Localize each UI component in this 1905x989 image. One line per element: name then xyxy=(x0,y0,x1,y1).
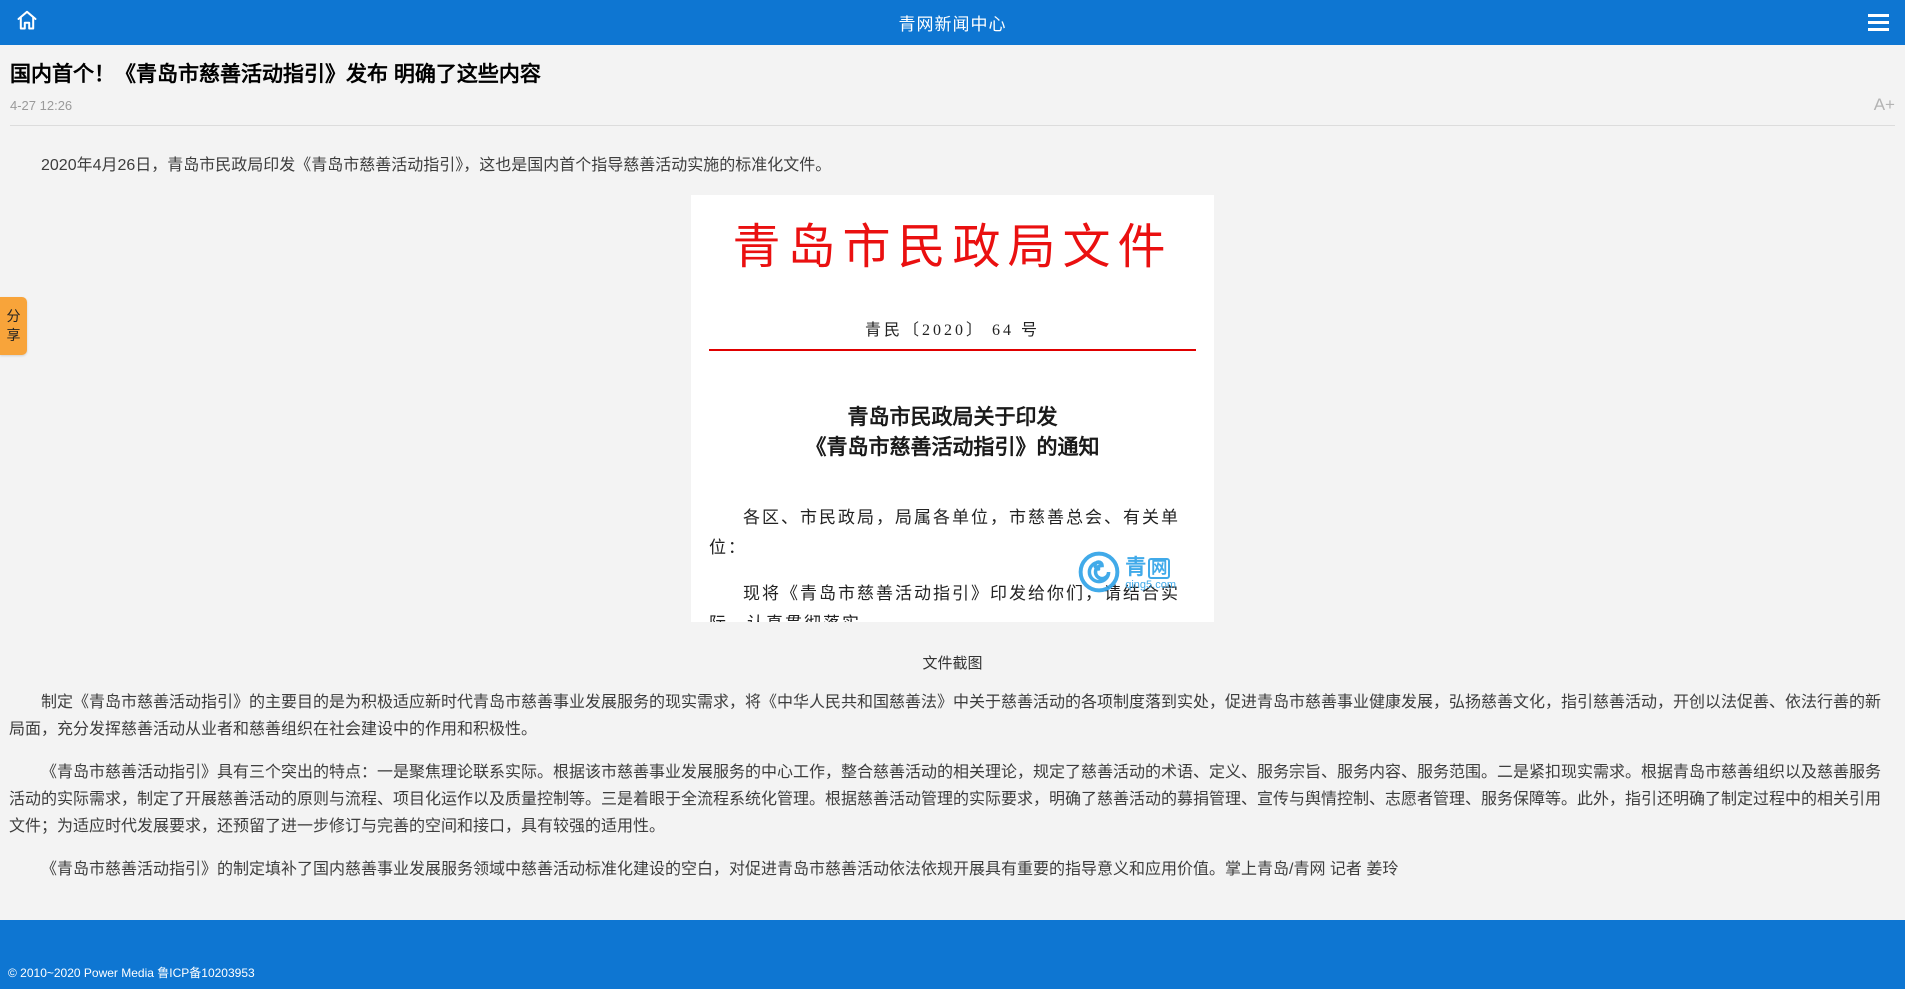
paragraph: 《青岛市慈善活动指引》具有三个突出的特点：一是聚焦理论联系实际。根据该市慈善事业… xyxy=(9,759,1896,840)
paragraph: 2020年4月26日，青岛市民政局印发《青岛市慈善活动指引》，这也是国内首个指导… xyxy=(9,152,1896,179)
document-number: 青民〔2020〕 64 号 xyxy=(691,321,1214,341)
document-heading-line2: 《青岛市慈善活动指引》的通知 xyxy=(691,433,1214,463)
share-label-char: 分 xyxy=(0,307,27,326)
watermark-url: qing5.com xyxy=(1125,579,1176,592)
article-meta-row: 4-27 12:26 A+ xyxy=(10,95,1895,115)
home-icon xyxy=(15,8,39,37)
home-button[interactable] xyxy=(10,6,44,40)
document-red-rule xyxy=(709,349,1196,351)
document-figure: 青岛市民政局文件 青民〔2020〕 64 号 青岛市民政局关于印发 《青岛市慈善… xyxy=(9,195,1896,673)
font-size-increase-button[interactable]: A+ xyxy=(1874,95,1895,115)
document-heading-line1: 青岛市民政局关于印发 xyxy=(691,403,1214,433)
document-red-title: 青岛市民政局文件 xyxy=(691,215,1214,281)
top-bar: 青网新闻中心 xyxy=(0,0,1905,45)
watermark-text: 青 网 qing5.com xyxy=(1125,557,1176,592)
page-footer: © 2010~2020 Power Media 鲁ICP备10203953 xyxy=(0,920,1905,989)
article-header: 国内首个！《青岛市慈善活动指引》发布 明确了这些内容 4-27 12:26 A+ xyxy=(0,45,1905,126)
paragraph: 《青岛市慈善活动指引》的制定填补了国内慈善事业发展服务领域中慈善活动标准化建设的… xyxy=(9,856,1896,883)
site-title: 青网新闻中心 xyxy=(899,10,1007,35)
article-body: 2020年4月26日，青岛市民政局印发《青岛市慈善活动指引》，这也是国内首个指导… xyxy=(0,152,1905,883)
watermark-name: 青 网 xyxy=(1125,557,1170,579)
document-image: 青岛市民政局文件 青民〔2020〕 64 号 青岛市民政局关于印发 《青岛市慈善… xyxy=(691,195,1214,622)
share-label-char: 享 xyxy=(0,326,27,345)
share-button[interactable]: 分 享 xyxy=(0,297,27,355)
hamburger-menu-icon xyxy=(1868,14,1889,31)
qingwang-watermark: 青 网 qing5.com xyxy=(1078,551,1176,598)
figure-caption: 文件截图 xyxy=(9,652,1896,673)
article-title: 国内首个！《青岛市慈善活动指引》发布 明确了这些内容 xyxy=(10,61,1895,89)
copyright-text: © 2010~2020 Power Media 鲁ICP备10203953 xyxy=(8,964,255,981)
article-main: 2020年4月26日，青岛市民政局印发《青岛市慈善活动指引》，这也是国内首个指导… xyxy=(0,126,1905,920)
menu-button[interactable] xyxy=(1861,6,1895,40)
paragraph: 制定《青岛市慈善活动指引》的主要目的是为积极适应新时代青岛市慈善事业发展服务的现… xyxy=(9,689,1896,743)
article-date: 4-27 12:26 xyxy=(10,98,72,113)
qingwang-spiral-logo-icon xyxy=(1078,551,1120,598)
